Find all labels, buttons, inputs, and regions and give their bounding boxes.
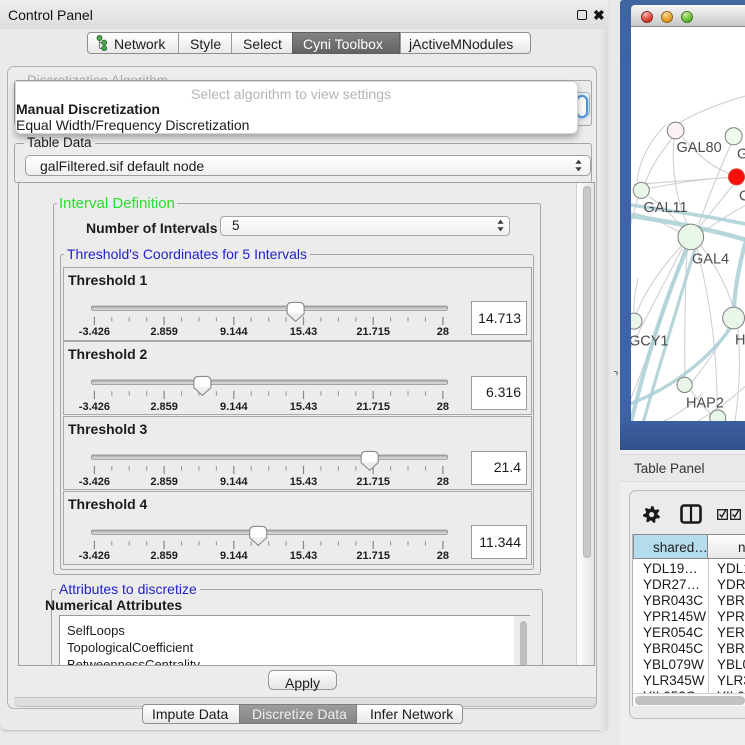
svg-text:GAL11: GAL11 — [644, 200, 688, 216]
svg-text:HAP2: HAP2 — [686, 395, 724, 411]
svg-text:C: C — [739, 188, 745, 204]
svg-text:GCY1: GCY1 — [631, 333, 669, 349]
svg-text:GAL80: GAL80 — [677, 140, 722, 156]
svg-text:GAL4: GAL4 — [692, 251, 729, 267]
svg-text:GAL: GAL — [737, 146, 745, 162]
svg-text:H: H — [735, 332, 745, 348]
